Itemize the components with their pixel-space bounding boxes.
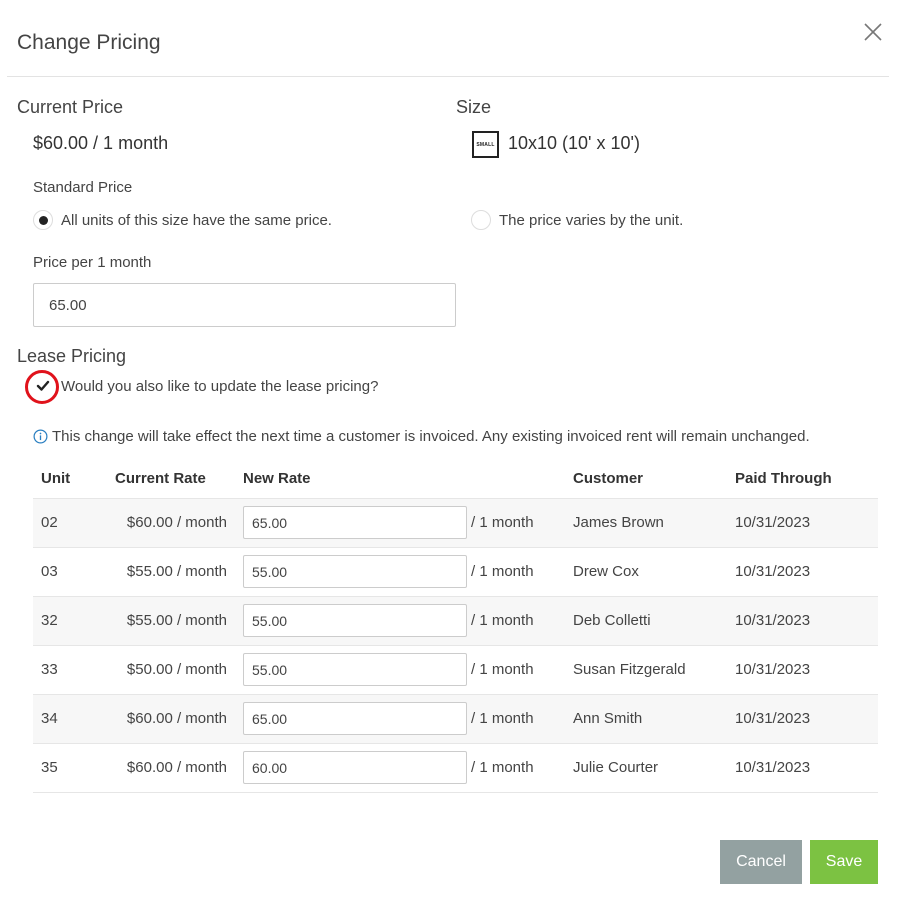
radio-varies-price-label: The price varies by the unit.: [499, 212, 684, 229]
price-per-month-label: Price per 1 month: [33, 254, 152, 271]
cancel-button[interactable]: Cancel: [720, 840, 802, 884]
paid-through-cell: 10/31/2023: [727, 546, 878, 597]
radio-same-price-label: All units of this size have the same pri…: [61, 212, 332, 229]
customer-cell: Julie Courter: [557, 742, 727, 793]
table-row: 32 $55.00 / month / 1 month Deb Colletti…: [33, 595, 878, 646]
current-price-value: $60.00 / 1 month: [33, 133, 169, 153]
table-row: 33 $50.00 / month / 1 month Susan Fitzge…: [33, 644, 878, 695]
table-row: 02 $60.00 / month / 1 month James Brown …: [33, 497, 878, 548]
new-rate-cell: [243, 497, 467, 548]
current-rate-cell: $60.00 / month: [115, 742, 243, 793]
customer-cell: Deb Colletti: [557, 595, 727, 646]
size-heading: Size: [456, 97, 492, 117]
rate-period-cell: / 1 month: [467, 595, 557, 646]
new-rate-cell: [243, 644, 467, 695]
customer-cell: Drew Cox: [557, 546, 727, 597]
new-rate-cell: [243, 595, 467, 646]
new-rate-input[interactable]: [243, 604, 467, 637]
standard-price-label: Standard Price: [33, 179, 133, 196]
unit-cell: 34: [33, 693, 115, 744]
new-rate-cell: [243, 742, 467, 793]
new-rate-cell: [243, 546, 467, 597]
current-rate-cell: $55.00 / month: [115, 546, 243, 597]
update-lease-label: Would you also like to update the lease …: [61, 378, 379, 395]
header-unit: Unit: [33, 460, 115, 499]
unit-cell: 32: [33, 595, 115, 646]
unit-cell: 33: [33, 644, 115, 695]
current-rate-cell: $60.00 / month: [115, 693, 243, 744]
paid-through-cell: 10/31/2023: [727, 497, 878, 548]
checkmark-icon: [36, 380, 50, 391]
update-lease-checkbox[interactable]: [33, 376, 53, 396]
info-message: This change will take effect the next ti…: [33, 428, 810, 445]
current-rate-cell: $60.00 / month: [115, 497, 243, 548]
paid-through-cell: 10/31/2023: [727, 693, 878, 744]
current-rate-cell: $55.00 / month: [115, 595, 243, 646]
current-price-heading: Current Price: [17, 97, 124, 117]
header-divider: [7, 76, 889, 77]
modal-title: Change Pricing: [17, 31, 161, 54]
rate-period-cell: / 1 month: [467, 742, 557, 793]
lease-pricing-heading: Lease Pricing: [17, 346, 127, 366]
rate-period-cell: / 1 month: [467, 546, 557, 597]
size-badge-icon: SMALL: [472, 131, 499, 158]
table-header-row: Unit Current Rate New Rate Customer Paid…: [33, 460, 878, 499]
unit-cell: 02: [33, 497, 115, 548]
table-row: 34 $60.00 / month / 1 month Ann Smith 10…: [33, 693, 878, 744]
paid-through-cell: 10/31/2023: [727, 644, 878, 695]
info-circle-icon: [33, 429, 48, 444]
close-icon: [864, 23, 882, 41]
rate-period-cell: / 1 month: [467, 644, 557, 695]
header-new-rate: New Rate: [243, 460, 467, 499]
table-row: 03 $55.00 / month / 1 month Drew Cox 10/…: [33, 546, 878, 597]
new-rate-input[interactable]: [243, 555, 467, 588]
header-customer: Customer: [557, 460, 727, 499]
unit-cell: 35: [33, 742, 115, 793]
price-per-month-input[interactable]: [33, 283, 456, 327]
info-text: This change will take effect the next ti…: [52, 428, 810, 445]
size-value: 10x10 (10' x 10'): [508, 133, 640, 153]
new-rate-input[interactable]: [243, 702, 467, 735]
new-rate-input[interactable]: [243, 653, 467, 686]
paid-through-cell: 10/31/2023: [727, 742, 878, 793]
new-rate-input[interactable]: [243, 506, 467, 539]
radio-varies-price[interactable]: [471, 210, 491, 230]
table-row: 35 $60.00 / month / 1 month Julie Courte…: [33, 742, 878, 793]
header-paid-through: Paid Through: [727, 460, 878, 499]
radio-same-price[interactable]: [33, 210, 53, 230]
paid-through-cell: 10/31/2023: [727, 595, 878, 646]
rate-period-cell: / 1 month: [467, 497, 557, 548]
customer-cell: James Brown: [557, 497, 727, 548]
customer-cell: Ann Smith: [557, 693, 727, 744]
close-button[interactable]: [862, 21, 884, 43]
header-per-blank: [467, 460, 557, 499]
header-current-rate: Current Rate: [115, 460, 243, 499]
new-rate-cell: [243, 693, 467, 744]
save-button[interactable]: Save: [810, 840, 878, 884]
new-rate-input[interactable]: [243, 751, 467, 784]
rate-period-cell: / 1 month: [467, 693, 557, 744]
unit-cell: 03: [33, 546, 115, 597]
lease-pricing-table: Unit Current Rate New Rate Customer Paid…: [33, 460, 878, 793]
customer-cell: Susan Fitzgerald: [557, 644, 727, 695]
current-rate-cell: $50.00 / month: [115, 644, 243, 695]
